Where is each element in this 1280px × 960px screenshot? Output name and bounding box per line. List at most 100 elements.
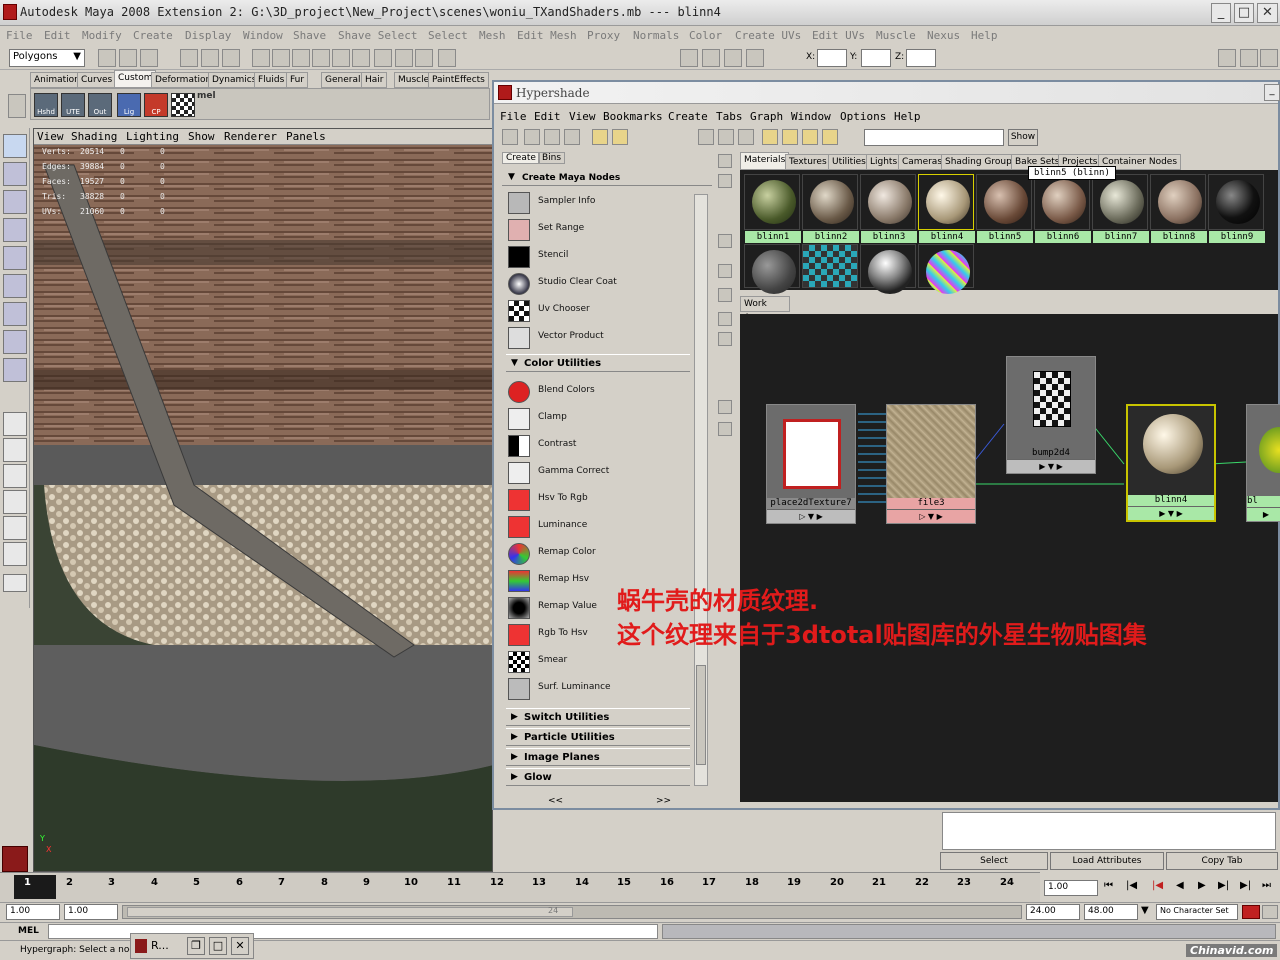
menu-edit-mesh[interactable]: Edit Mesh: [517, 29, 577, 42]
menu-modify[interactable]: Modify: [82, 29, 122, 42]
scale-tool-icon[interactable]: [3, 274, 27, 298]
node-clamp[interactable]: Clamp: [506, 406, 696, 432]
render-settings-icon[interactable]: [746, 49, 764, 67]
node-stencil[interactable]: Stencil: [506, 244, 696, 270]
tab-cameras[interactable]: Cameras: [898, 154, 947, 170]
menu-muscle[interactable]: Muscle: [876, 29, 916, 42]
step-forward-key-icon[interactable]: ▶|: [1240, 880, 1251, 891]
material-swatch-blinn2[interactable]: blinn2: [802, 174, 859, 243]
step-back-frame-icon[interactable]: |◀: [1152, 880, 1163, 891]
node-hsv-to-rgb[interactable]: Hsv To Rgb: [506, 487, 696, 513]
rearrange-graph-icon[interactable]: [762, 129, 778, 145]
shelf-tab-deformation[interactable]: Deformation: [151, 72, 216, 88]
node-luminance[interactable]: Luminance: [506, 514, 696, 540]
material-swatch-blinn9[interactable]: blinn9: [1208, 174, 1265, 243]
node-bump2d4[interactable]: bump2d4 ▶ ▼ ▶: [1006, 356, 1096, 474]
side-icon[interactable]: [718, 234, 732, 248]
node-remap-color[interactable]: Remap Color: [506, 541, 696, 567]
soft-mod-icon[interactable]: [3, 330, 27, 354]
step-forward-frame-icon[interactable]: ▶|: [1218, 880, 1229, 891]
perspective-viewport[interactable]: View Shading Lighting Show Renderer Pane…: [33, 128, 493, 872]
lasso-tool-icon[interactable]: [3, 162, 27, 186]
node-uv-chooser[interactable]: Uv Chooser: [506, 298, 696, 324]
material-swatch-chrome[interactable]: [860, 244, 916, 294]
bins-tab[interactable]: Bins: [538, 152, 566, 164]
tab-utilities[interactable]: Utilities: [828, 154, 870, 170]
material-swatch-blinn5[interactable]: blinn5: [976, 174, 1033, 243]
prev-graph-icon[interactable]: [592, 129, 608, 145]
play-backward-icon[interactable]: ◀: [1176, 880, 1184, 891]
rotate-tool-icon[interactable]: [3, 246, 27, 270]
next-graph-icon[interactable]: [612, 129, 628, 145]
current-frame-field[interactable]: 1.00: [1044, 880, 1098, 896]
node-port-bar[interactable]: ▶: [1247, 507, 1280, 521]
close-button[interactable]: ✕: [1257, 3, 1278, 23]
hs-menu-bookmarks[interactable]: Bookmarks: [603, 110, 663, 123]
checker-shelf-icon[interactable]: [171, 93, 195, 117]
persp-graph-layout-icon[interactable]: [3, 490, 27, 514]
material-swatch-ramp[interactable]: [918, 244, 974, 294]
image-planes-section[interactable]: ▶ Image Planes: [506, 748, 690, 766]
hs-menu-file[interactable]: File: [500, 110, 527, 123]
paint-select-icon[interactable]: [3, 190, 27, 214]
switch-utilities-section[interactable]: ▶ Switch Utilities: [506, 708, 690, 726]
menu-shave-select[interactable]: Shave Select: [338, 29, 417, 42]
node-contrast[interactable]: Contrast: [506, 433, 696, 459]
sphere-icon[interactable]: [395, 49, 413, 67]
chevron-down-icon[interactable]: ▼: [1141, 905, 1149, 916]
menu-edit[interactable]: Edit: [44, 29, 71, 42]
attribute-editor-icon[interactable]: [1218, 49, 1236, 67]
shelf-button-lig[interactable]: Lig: [117, 93, 141, 117]
viewport-menu-lighting[interactable]: Lighting: [126, 130, 179, 143]
shelf-tab-painteffects[interactable]: PaintEffects: [428, 72, 489, 88]
range-slider-thumb[interactable]: [127, 907, 573, 917]
tab-lights[interactable]: Lights: [866, 154, 902, 170]
shelf-button-cp[interactable]: CP: [144, 93, 168, 117]
snap-curve-icon[interactable]: [292, 49, 310, 67]
side-icon[interactable]: [718, 288, 732, 302]
show-top-tabs-icon[interactable]: [524, 129, 540, 145]
graph-io-icon[interactable]: [718, 129, 734, 145]
menu-nexus[interactable]: Nexus: [927, 29, 960, 42]
menu-file[interactable]: File: [6, 29, 33, 42]
shelf-tab-fur[interactable]: Fur: [286, 72, 309, 88]
node-surf-luminance[interactable]: Surf. Luminance: [506, 676, 696, 702]
character-set-selector[interactable]: No Character Set: [1156, 904, 1238, 920]
mel-label[interactable]: MEL: [18, 926, 39, 936]
side-icon[interactable]: [718, 400, 732, 414]
maximize-button[interactable]: □: [1234, 3, 1254, 23]
side-icon[interactable]: [718, 174, 732, 188]
mel-shelf-button[interactable]: mel: [197, 91, 216, 101]
shelf-tab-animation[interactable]: Animation: [30, 72, 84, 88]
side-icon[interactable]: [718, 264, 732, 278]
select-hierarchy-icon[interactable]: [180, 49, 198, 67]
save-scene-icon[interactable]: [140, 49, 158, 67]
material-swatch-blinn3[interactable]: blinn3: [860, 174, 917, 243]
menu-normals[interactable]: Normals: [633, 29, 679, 42]
node-set-range[interactable]: Set Range: [506, 217, 696, 243]
maximize-icon[interactable]: □: [209, 937, 227, 955]
shelf-tab-curves[interactable]: Curves: [77, 72, 117, 88]
color-utilities-section[interactable]: ▼ Color Utilities: [506, 354, 690, 372]
four-view-layout-icon[interactable]: [3, 438, 27, 462]
custom-layout-icon[interactable]: [3, 574, 27, 592]
node-sampler-info[interactable]: Sampler Info: [506, 190, 696, 216]
create-maya-nodes-header[interactable]: ▼ Create Maya Nodes: [502, 170, 712, 186]
move-tool-icon[interactable]: [3, 218, 27, 242]
show-top-and-bottom-icon[interactable]: [564, 129, 580, 145]
minimize-button[interactable]: _: [1211, 3, 1231, 23]
menu-help[interactable]: Help: [971, 29, 998, 42]
universal-manip-icon[interactable]: [3, 302, 27, 326]
playback-start-field[interactable]: 1.00: [64, 904, 118, 920]
viewport-menu-renderer[interactable]: Renderer: [224, 130, 277, 143]
history-icon[interactable]: [374, 49, 392, 67]
open-scene-icon[interactable]: [119, 49, 137, 67]
scroll-thumb[interactable]: [696, 665, 706, 765]
snap-grid-icon[interactable]: [272, 49, 290, 67]
viewport-menu-panels[interactable]: Panels: [286, 130, 326, 143]
close-icon[interactable]: ✕: [231, 937, 249, 955]
node-place2dtexture7[interactable]: place2dTexture7 ▷ ▼ ▶: [766, 404, 856, 524]
render-view-icon[interactable]: [680, 49, 698, 67]
side-icon[interactable]: [718, 312, 732, 326]
menu-color[interactable]: Color: [689, 29, 722, 42]
